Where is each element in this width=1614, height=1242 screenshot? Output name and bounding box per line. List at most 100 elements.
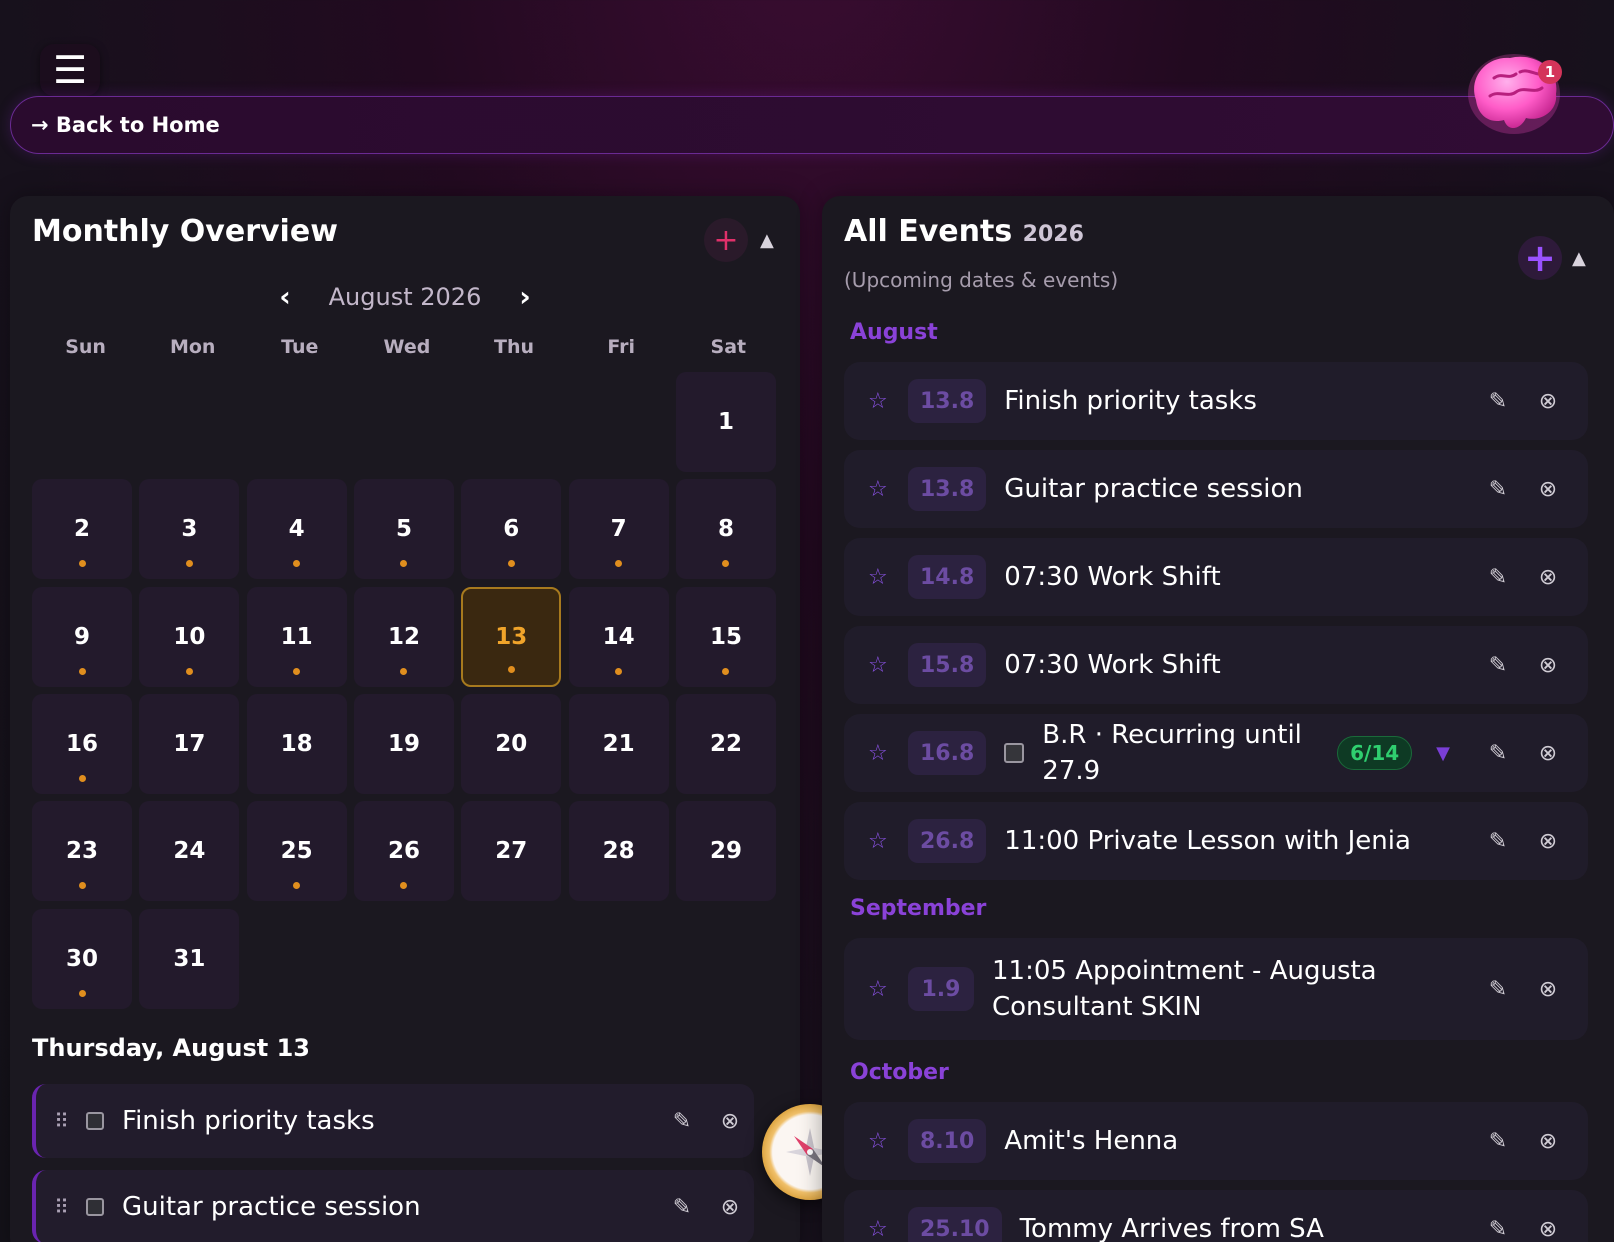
collapse-monthly-button[interactable]: ▲ bbox=[760, 230, 774, 251]
event-row[interactable]: ☆ 1.9 11:05 Appointment - Augusta Consul… bbox=[844, 938, 1588, 1040]
calendar-day[interactable]: 10 bbox=[139, 586, 240, 687]
calendar-day[interactable]: 8 bbox=[675, 479, 776, 580]
event-indicator-dot bbox=[293, 882, 301, 890]
calendar-day[interactable]: 26 bbox=[353, 801, 454, 902]
delete-icon[interactable]: ⊗ bbox=[1524, 965, 1572, 1013]
calendar-day[interactable]: 19 bbox=[353, 693, 454, 794]
delete-icon[interactable]: ⊗ bbox=[706, 1097, 754, 1145]
all-events-title: All Events 2026 bbox=[844, 214, 1084, 249]
back-to-home-link[interactable]: → Back to Home bbox=[31, 113, 220, 137]
event-row[interactable]: ☆ 15.8 07:30 Work Shift ✎ ⊗ bbox=[844, 626, 1588, 704]
month-heading-october: October bbox=[850, 1060, 949, 1085]
add-upcoming-event-button[interactable]: + bbox=[1518, 236, 1562, 280]
prev-month-button[interactable]: ‹ bbox=[270, 280, 300, 313]
calendar-day-number: 16 bbox=[65, 730, 98, 757]
calendar-day[interactable]: 22 bbox=[675, 693, 776, 794]
event-date-badge: 8.10 bbox=[908, 1119, 987, 1163]
calendar-day[interactable]: 31 bbox=[139, 908, 240, 1009]
event-row[interactable]: ☆ 25.10 Tommy Arrives from SA ✎ ⊗ bbox=[844, 1190, 1588, 1242]
calendar-day[interactable]: 30 bbox=[32, 908, 132, 1009]
edit-icon[interactable]: ✎ bbox=[1474, 1205, 1522, 1242]
event-indicator-dot bbox=[722, 667, 730, 675]
event-row[interactable]: ☆ 13.8 Finish priority tasks ✎ ⊗ bbox=[844, 362, 1588, 440]
event-row[interactable]: ☆ 13.8 Guitar practice session ✎ ⊗ bbox=[844, 450, 1588, 528]
calendar-day[interactable]: 27 bbox=[461, 801, 562, 902]
calendar-day[interactable]: 20 bbox=[461, 693, 562, 794]
calendar-day[interactable]: 2 bbox=[32, 479, 132, 580]
expand-chevron-icon[interactable]: ▼ bbox=[1436, 743, 1450, 764]
edit-icon[interactable]: ✎ bbox=[1474, 377, 1522, 425]
delete-icon[interactable]: ⊗ bbox=[1524, 729, 1572, 777]
calendar-day[interactable]: 5 bbox=[353, 479, 454, 580]
task-checkbox[interactable] bbox=[86, 1198, 104, 1216]
calendar-day[interactable]: 14 bbox=[568, 586, 669, 687]
drag-handle-icon[interactable]: ⠿ bbox=[36, 1195, 86, 1219]
task-row[interactable]: ⠿ Guitar practice session ✎ ⊗ bbox=[32, 1170, 754, 1242]
hamburger-menu-button[interactable]: ☰ bbox=[40, 44, 100, 96]
star-icon[interactable]: ☆ bbox=[868, 829, 908, 854]
calendar-day[interactable]: 7 bbox=[568, 479, 669, 580]
calendar-day[interactable]: 21 bbox=[568, 693, 669, 794]
star-icon[interactable]: ☆ bbox=[868, 653, 908, 678]
event-row[interactable]: ☆ 8.10 Amit's Henna ✎ ⊗ bbox=[844, 1102, 1588, 1180]
task-row[interactable]: ⠿ Finish priority tasks ✎ ⊗ bbox=[32, 1084, 754, 1158]
add-event-button[interactable]: + bbox=[704, 218, 748, 262]
drag-handle-icon[interactable]: ⠿ bbox=[36, 1109, 86, 1133]
star-icon[interactable]: ☆ bbox=[868, 477, 908, 502]
delete-icon[interactable]: ⊗ bbox=[1524, 641, 1572, 689]
task-checkbox[interactable] bbox=[86, 1112, 104, 1130]
calendar-day[interactable]: 6 bbox=[461, 479, 562, 580]
calendar-day[interactable]: 23 bbox=[32, 801, 132, 902]
event-row-recurring[interactable]: ☆ 16.8 B.R · Recurring until 27.9 6/14 ▼… bbox=[844, 714, 1588, 792]
delete-icon[interactable]: ⊗ bbox=[1524, 817, 1572, 865]
edit-icon[interactable]: ✎ bbox=[1474, 729, 1522, 777]
calendar-day[interactable]: 25 bbox=[246, 801, 347, 902]
calendar-day[interactable]: 17 bbox=[139, 693, 240, 794]
edit-icon[interactable]: ✎ bbox=[1474, 965, 1522, 1013]
edit-icon[interactable]: ✎ bbox=[1474, 553, 1522, 601]
event-checkbox[interactable] bbox=[1004, 743, 1025, 763]
delete-icon[interactable]: ⊗ bbox=[1524, 553, 1572, 601]
edit-icon[interactable]: ✎ bbox=[1474, 1117, 1522, 1165]
event-row[interactable]: ☆ 14.8 07:30 Work Shift ✎ ⊗ bbox=[844, 538, 1588, 616]
delete-icon[interactable]: ⊗ bbox=[1524, 1117, 1572, 1165]
edit-icon[interactable]: ✎ bbox=[1474, 641, 1522, 689]
calendar-day-number: 22 bbox=[709, 730, 742, 757]
calendar-day[interactable]: 16 bbox=[32, 693, 132, 794]
delete-icon[interactable]: ⊗ bbox=[706, 1183, 754, 1231]
delete-icon[interactable]: ⊗ bbox=[1524, 377, 1572, 425]
event-indicator-dot bbox=[185, 667, 193, 675]
calendar-day[interactable]: 3 bbox=[139, 479, 240, 580]
calendar-day[interactable]: 29 bbox=[675, 801, 776, 902]
calendar-day[interactable]: 18 bbox=[246, 693, 347, 794]
calendar-day[interactable]: 28 bbox=[568, 801, 669, 902]
edit-icon[interactable]: ✎ bbox=[1474, 817, 1522, 865]
collapse-events-button[interactable]: ▲ bbox=[1572, 248, 1586, 269]
calendar-day-number: 1 bbox=[717, 409, 734, 435]
edit-icon[interactable]: ✎ bbox=[1474, 465, 1522, 513]
delete-icon[interactable]: ⊗ bbox=[1524, 1205, 1572, 1242]
star-icon[interactable]: ☆ bbox=[868, 977, 908, 1002]
star-icon[interactable]: ☆ bbox=[868, 1129, 908, 1154]
edit-icon[interactable]: ✎ bbox=[658, 1097, 706, 1145]
month-heading-september: September bbox=[850, 896, 987, 921]
event-indicator-dot bbox=[615, 560, 623, 568]
calendar-day-number: 5 bbox=[395, 516, 412, 543]
star-icon[interactable]: ☆ bbox=[868, 565, 908, 590]
delete-icon[interactable]: ⊗ bbox=[1524, 465, 1572, 513]
calendar-day-today[interactable]: 13 bbox=[461, 586, 562, 687]
calendar-day[interactable]: 1 bbox=[675, 372, 776, 472]
calendar-day[interactable]: 11 bbox=[246, 586, 347, 687]
star-icon[interactable]: ☆ bbox=[868, 741, 908, 766]
calendar-day[interactable]: 4 bbox=[246, 479, 347, 580]
edit-icon[interactable]: ✎ bbox=[658, 1183, 706, 1231]
calendar-day[interactable]: 15 bbox=[675, 586, 776, 687]
event-date-badge: 15.8 bbox=[908, 643, 987, 687]
event-row[interactable]: ☆ 26.8 11:00 Private Lesson with Jenia ✎… bbox=[844, 802, 1588, 880]
calendar-day[interactable]: 9 bbox=[32, 586, 132, 687]
calendar-day[interactable]: 12 bbox=[353, 586, 454, 687]
star-icon[interactable]: ☆ bbox=[868, 389, 908, 414]
next-month-button[interactable]: › bbox=[510, 280, 540, 313]
calendar-day[interactable]: 24 bbox=[139, 801, 240, 902]
star-icon[interactable]: ☆ bbox=[868, 1217, 908, 1242]
